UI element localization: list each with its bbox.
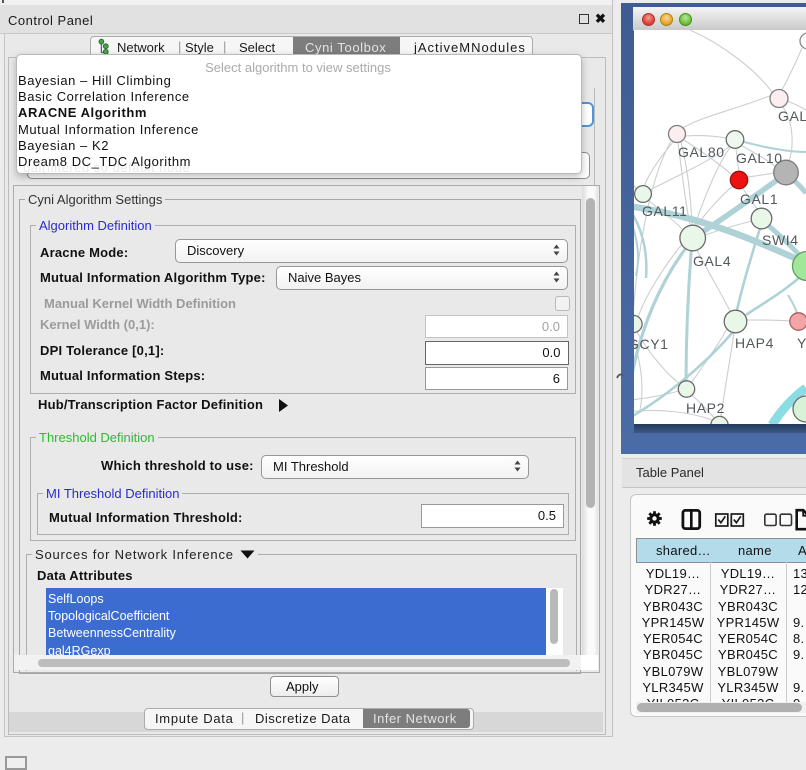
svg-text:GAL11: GAL11 — [642, 203, 688, 219]
svg-text:GCY1: GCY1 — [634, 336, 669, 352]
svg-text:HAP2: HAP2 — [686, 400, 725, 416]
svg-text:GAL4: GAL4 — [693, 253, 731, 269]
svg-text:SWI4: SWI4 — [762, 232, 799, 248]
svg-text:GAL80: GAL80 — [678, 144, 725, 160]
svg-text:GAL10: GAL10 — [736, 150, 783, 166]
svg-text:HAP4: HAP4 — [735, 335, 774, 351]
svg-text:GAL2: GAL2 — [778, 108, 806, 124]
svg-text:GAL1: GAL1 — [740, 191, 778, 207]
svg-text:Y: Y — [797, 335, 806, 351]
